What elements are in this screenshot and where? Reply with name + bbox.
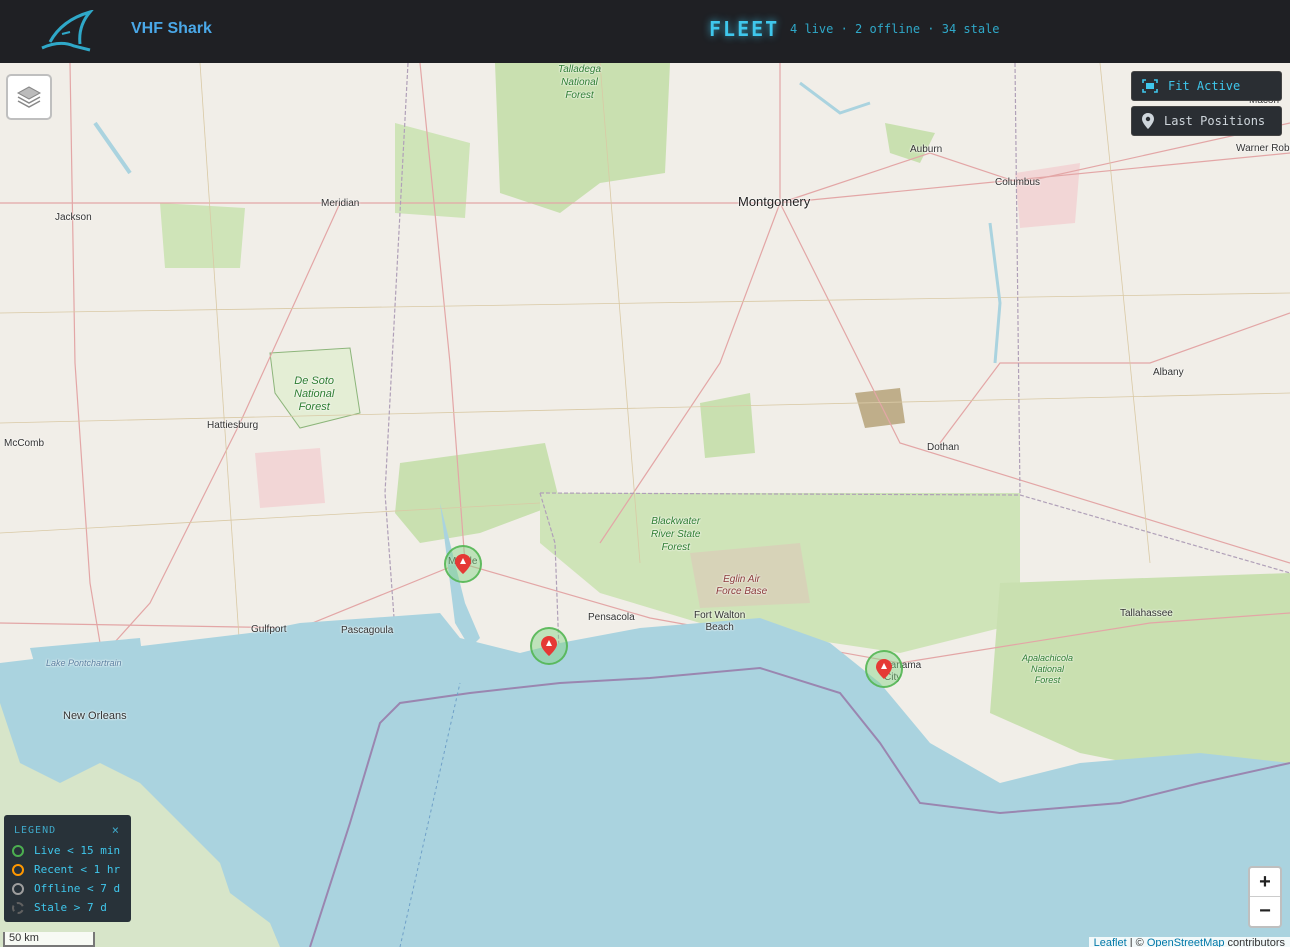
zoom-in-button[interactable]: + [1250, 868, 1280, 897]
status-dot-icon [12, 844, 24, 857]
map-label-apalachicola: Apalachicola National Forest [1022, 653, 1074, 685]
status-dot-icon [12, 882, 24, 895]
map-label-auburn: Auburn [910, 144, 943, 155]
map-label-talladega: Talladega National Forest [558, 64, 602, 101]
map-label-meridian: Meridian [321, 198, 360, 209]
fit-active-button[interactable]: Fit Active [1131, 71, 1282, 101]
last-positions-button[interactable]: Last Positions [1131, 106, 1282, 136]
vessel-pin-icon [541, 636, 557, 656]
map-label-pensacola: Pensacola [588, 612, 635, 623]
legend-item-live: Live < 15 min [12, 844, 120, 857]
map-label-lake-pontchartrain: Lake Pontchartrain [46, 658, 122, 668]
map-label-warner-robins: Warner Rob [1236, 143, 1290, 154]
map-label-fort-walton: Fort Walton Beach [694, 610, 746, 633]
legend-label: Recent < 1 hr [34, 863, 121, 876]
status-dot-icon [12, 901, 24, 914]
vessel-marker[interactable] [530, 627, 568, 665]
fit-bounds-icon [1142, 79, 1158, 93]
scale-bar: 50 km [3, 932, 95, 947]
map-label-de-soto: De Soto National Forest [294, 375, 335, 413]
fleet-title: FLEET [709, 17, 780, 41]
legend-label: Live < 15 min [34, 844, 121, 857]
map-attribution: Leaflet | © OpenStreetMap contributors [1088, 937, 1290, 947]
status-dot-icon [12, 863, 24, 876]
map-label-hattiesburg: Hattiesburg [207, 420, 259, 431]
zoom-out-button[interactable]: − [1250, 897, 1280, 926]
map-view[interactable]: Talladega National Forest Auburn Macon W… [0, 63, 1290, 947]
legend-item-stale: Stale > 7 d [12, 901, 107, 914]
legend-panel: LEGEND × Live < 15 min Recent < 1 hr Off… [4, 815, 131, 922]
zoom-control: + − [1248, 866, 1282, 928]
vessel-marker[interactable] [444, 545, 482, 583]
map-label-dothan: Dothan [927, 442, 960, 453]
fleet-stats: 4 live · 2 offline · 34 stale [790, 22, 1000, 36]
map-label-jackson: Jackson [55, 212, 92, 223]
map-tiles [0, 63, 1290, 947]
layers-icon [16, 86, 42, 108]
map-label-new-orleans: New Orleans [63, 710, 127, 722]
vessel-pin-icon [876, 659, 892, 679]
attrib-sep: | © [1126, 937, 1147, 947]
layers-button[interactable] [6, 74, 52, 120]
vessel-marker[interactable] [865, 650, 903, 688]
fit-active-label: Fit Active [1168, 79, 1241, 93]
shark-fin-logo-icon[interactable] [40, 9, 95, 52]
legend-label: Stale > 7 d [34, 901, 107, 914]
app-name[interactable]: VHF Shark [131, 20, 212, 38]
map-pin-icon [1142, 113, 1154, 129]
vessel-pin-icon [455, 554, 471, 574]
map-label-mccomb: McComb [4, 438, 45, 449]
top-bar: VHF Shark FLEET 4 live · 2 offline · 34 … [0, 0, 1290, 63]
attrib-tail: contributors [1224, 937, 1285, 947]
map-label-gulfport: Gulfport [251, 624, 287, 635]
osm-link[interactable]: OpenStreetMap [1147, 937, 1225, 947]
map-label-pascagoula: Pascagoula [341, 625, 394, 636]
leaflet-link[interactable]: Leaflet [1094, 937, 1127, 947]
legend-item-offline: Offline < 7 d [12, 882, 120, 895]
map-label-albany: Albany [1153, 367, 1184, 378]
map-label-montgomery: Montgomery [738, 194, 811, 209]
legend-item-recent: Recent < 1 hr [12, 863, 120, 876]
legend-label: Offline < 7 d [34, 882, 121, 895]
legend-title: LEGEND [14, 825, 57, 836]
map-label-eglin: Eglin Air Force Base [716, 574, 768, 597]
last-positions-label: Last Positions [1164, 114, 1266, 128]
map-label-columbus: Columbus [995, 177, 1041, 188]
legend-close-button[interactable]: × [112, 823, 119, 837]
map-label-tallahassee: Tallahassee [1120, 608, 1173, 619]
map-label-blackwater: Blackwater River State Forest [651, 516, 701, 553]
